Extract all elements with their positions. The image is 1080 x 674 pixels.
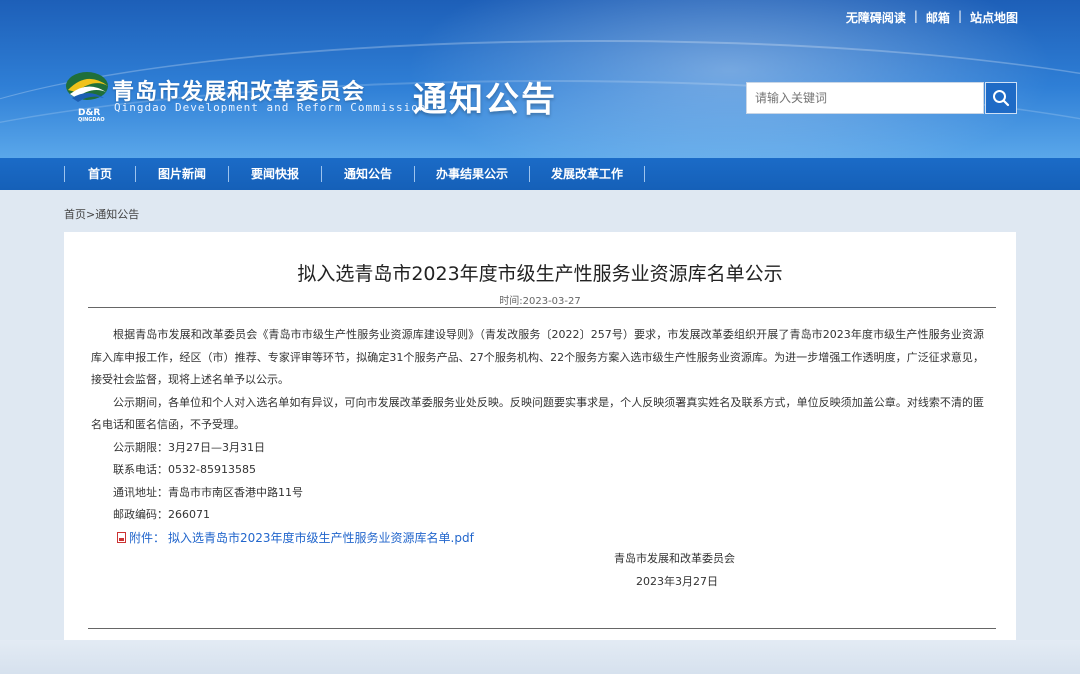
search-input[interactable] [746, 82, 984, 114]
footer-skyline-decoration [0, 640, 1080, 674]
article-title: 拟入选青岛市2023年度市级生产性服务业资源库名单公示 [297, 263, 783, 285]
nav-item-photo-news[interactable]: 图片新闻 [136, 158, 228, 190]
separator: | [913, 9, 918, 23]
nav-item-results[interactable]: 办事结果公示 [415, 158, 529, 190]
top-links: 无障碍阅读 | 邮箱 | 站点地图 [846, 9, 1018, 26]
article-paragraph: 根据青岛市发展和改革委员会《青岛市市级生产性服务业资源库建设导则》（青发改服务〔… [91, 328, 984, 386]
site-name-en: Qingdao Development and Reform Commissio… [114, 101, 427, 114]
notice-period: 公示期限：3月27日—3月31日 [113, 440, 265, 454]
mailbox-link[interactable]: 邮箱 [926, 9, 950, 26]
article-date: 时间:2023-03-27 [499, 296, 581, 307]
article-card: 拟入选青岛市2023年度市级生产性服务业资源库名单公示 时间:2023-03-2… [64, 232, 1016, 652]
divider [88, 307, 996, 308]
breadcrumb-current[interactable]: 通知公告 [95, 208, 139, 221]
nav-item-reform-work[interactable]: 发展改革工作 [530, 158, 644, 190]
breadcrumb-home[interactable]: 首页 [64, 208, 86, 221]
mailing-address: 通讯地址：青岛市市南区香港中路11号 [113, 485, 303, 499]
attachment-link[interactable]: 拟入选青岛市2023年度市级生产性服务业资源库名单.pdf [168, 527, 474, 550]
search-button[interactable] [985, 82, 1017, 114]
breadcrumb-separator: > [86, 208, 96, 221]
nav-item-notices[interactable]: 通知公告 [322, 158, 414, 190]
article-paragraph: 公示期间，各单位和个人对入选名单如有异议，可向市发展改革委服务业处反映。反映问题… [91, 395, 984, 432]
nav-item-home[interactable]: 首页 [65, 158, 135, 190]
signature-org: 青岛市发展和改革委员会 [614, 552, 735, 565]
signature-date: 2023年3月27日 [636, 575, 718, 588]
site-header: 无障碍阅读 | 邮箱 | 站点地图 D&R QINGDAO 青岛市发展和改革委员… [0, 0, 1080, 158]
divider [88, 628, 996, 629]
accessibility-link[interactable]: 无障碍阅读 [846, 9, 906, 26]
nav-separator [644, 166, 645, 182]
logo-subtext: QINGDAO [78, 117, 105, 123]
main-nav: 首页 图片新闻 要闻快报 通知公告 办事结果公示 发展改革工作 [0, 158, 1080, 190]
section-title: 通知公告 [413, 80, 557, 120]
attachment-row: 附件： 拟入选青岛市2023年度市级生产性服务业资源库名单.pdf [91, 527, 984, 550]
postal-code: 邮政编码：266071 [113, 508, 210, 521]
sitemap-link[interactable]: 站点地图 [970, 9, 1018, 26]
attachment-label: 附件： [129, 530, 166, 545]
logo-text: D&R QINGDAO [78, 108, 105, 123]
nav-item-news-flash[interactable]: 要闻快报 [229, 158, 321, 190]
pdf-file-icon [117, 532, 126, 544]
article-body: 根据青岛市发展和改革委员会《青岛市市级生产性服务业资源库建设导则》（青发改服务〔… [91, 324, 984, 549]
breadcrumb: 首页>通知公告 [64, 206, 139, 222]
separator: | [957, 9, 962, 23]
nav-items: 首页 图片新闻 要闻快报 通知公告 办事结果公示 发展改革工作 [64, 158, 645, 190]
contact-phone: 联系电话：0532-85913585 [113, 463, 256, 476]
search-icon [993, 90, 1010, 107]
